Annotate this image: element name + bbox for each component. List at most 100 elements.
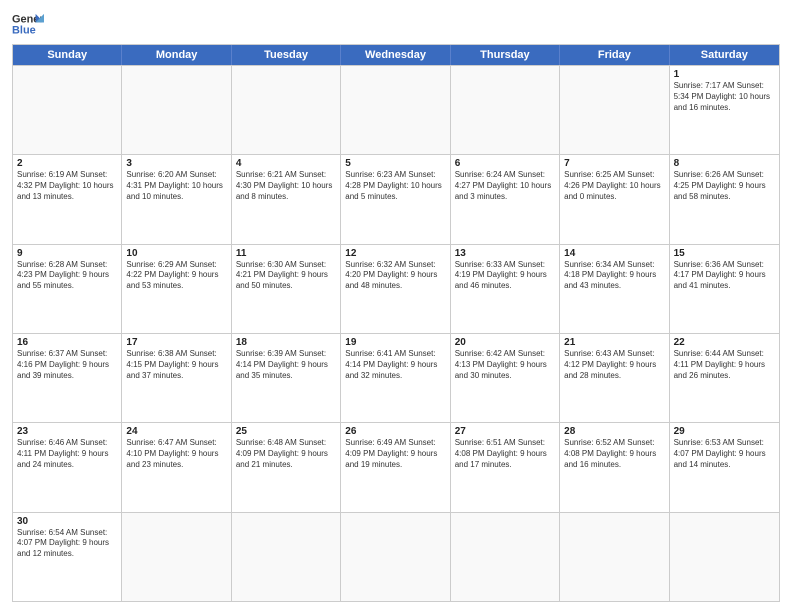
day-info: Sunrise: 6:19 AM Sunset: 4:32 PM Dayligh… — [17, 170, 117, 202]
day-cell — [451, 513, 560, 601]
day-number: 1 — [674, 69, 775, 80]
day-number: 15 — [674, 248, 775, 259]
day-info: Sunrise: 6:43 AM Sunset: 4:12 PM Dayligh… — [564, 349, 664, 381]
day-number: 9 — [17, 248, 117, 259]
day-number: 29 — [674, 426, 775, 437]
day-info: Sunrise: 6:25 AM Sunset: 4:26 PM Dayligh… — [564, 170, 664, 202]
day-cell: 24Sunrise: 6:47 AM Sunset: 4:10 PM Dayli… — [122, 423, 231, 511]
day-cell — [122, 513, 231, 601]
day-cell: 30Sunrise: 6:54 AM Sunset: 4:07 PM Dayli… — [13, 513, 122, 601]
day-info: Sunrise: 6:26 AM Sunset: 4:25 PM Dayligh… — [674, 170, 775, 202]
day-info: Sunrise: 6:47 AM Sunset: 4:10 PM Dayligh… — [126, 438, 226, 470]
day-info: Sunrise: 6:24 AM Sunset: 4:27 PM Dayligh… — [455, 170, 555, 202]
day-cell: 5Sunrise: 6:23 AM Sunset: 4:28 PM Daylig… — [341, 155, 450, 243]
day-cell: 20Sunrise: 6:42 AM Sunset: 4:13 PM Dayli… — [451, 334, 560, 422]
day-info: Sunrise: 6:38 AM Sunset: 4:15 PM Dayligh… — [126, 349, 226, 381]
day-number: 13 — [455, 248, 555, 259]
day-cell: 18Sunrise: 6:39 AM Sunset: 4:14 PM Dayli… — [232, 334, 341, 422]
calendar-page: General Blue SundayMondayTuesdayWednesda… — [0, 0, 792, 612]
day-cell: 9Sunrise: 6:28 AM Sunset: 4:23 PM Daylig… — [13, 245, 122, 333]
day-number: 11 — [236, 248, 336, 259]
day-cell: 10Sunrise: 6:29 AM Sunset: 4:22 PM Dayli… — [122, 245, 231, 333]
day-number: 27 — [455, 426, 555, 437]
calendar-body: 1Sunrise: 7:17 AM Sunset: 5:34 PM Daylig… — [13, 65, 779, 601]
logo: General Blue — [12, 10, 44, 38]
day-header-saturday: Saturday — [670, 45, 779, 65]
day-number: 26 — [345, 426, 445, 437]
day-info: Sunrise: 6:39 AM Sunset: 4:14 PM Dayligh… — [236, 349, 336, 381]
day-info: Sunrise: 6:29 AM Sunset: 4:22 PM Dayligh… — [126, 260, 226, 292]
day-cell — [341, 66, 450, 154]
day-number: 14 — [564, 248, 664, 259]
day-info: Sunrise: 6:53 AM Sunset: 4:07 PM Dayligh… — [674, 438, 775, 470]
day-number: 20 — [455, 337, 555, 348]
day-cell: 12Sunrise: 6:32 AM Sunset: 4:20 PM Dayli… — [341, 245, 450, 333]
day-info: Sunrise: 6:49 AM Sunset: 4:09 PM Dayligh… — [345, 438, 445, 470]
day-number: 4 — [236, 158, 336, 169]
day-number: 18 — [236, 337, 336, 348]
day-cell — [122, 66, 231, 154]
week-row-3: 9Sunrise: 6:28 AM Sunset: 4:23 PM Daylig… — [13, 244, 779, 333]
day-cell: 1Sunrise: 7:17 AM Sunset: 5:34 PM Daylig… — [670, 66, 779, 154]
day-cell: 6Sunrise: 6:24 AM Sunset: 4:27 PM Daylig… — [451, 155, 560, 243]
day-number: 21 — [564, 337, 664, 348]
week-row-2: 2Sunrise: 6:19 AM Sunset: 4:32 PM Daylig… — [13, 154, 779, 243]
header: General Blue — [12, 10, 780, 38]
day-cell — [232, 513, 341, 601]
logo-icon: General Blue — [12, 10, 44, 38]
day-info: Sunrise: 6:30 AM Sunset: 4:21 PM Dayligh… — [236, 260, 336, 292]
day-cell — [560, 66, 669, 154]
day-header-tuesday: Tuesday — [232, 45, 341, 65]
day-headers: SundayMondayTuesdayWednesdayThursdayFrid… — [13, 45, 779, 65]
week-row-1: 1Sunrise: 7:17 AM Sunset: 5:34 PM Daylig… — [13, 65, 779, 154]
day-cell: 17Sunrise: 6:38 AM Sunset: 4:15 PM Dayli… — [122, 334, 231, 422]
day-cell: 14Sunrise: 6:34 AM Sunset: 4:18 PM Dayli… — [560, 245, 669, 333]
day-number: 19 — [345, 337, 445, 348]
day-cell: 22Sunrise: 6:44 AM Sunset: 4:11 PM Dayli… — [670, 334, 779, 422]
day-cell — [341, 513, 450, 601]
day-cell: 25Sunrise: 6:48 AM Sunset: 4:09 PM Dayli… — [232, 423, 341, 511]
day-info: Sunrise: 7:17 AM Sunset: 5:34 PM Dayligh… — [674, 81, 775, 113]
day-header-friday: Friday — [560, 45, 669, 65]
day-cell — [232, 66, 341, 154]
day-cell — [451, 66, 560, 154]
day-info: Sunrise: 6:44 AM Sunset: 4:11 PM Dayligh… — [674, 349, 775, 381]
day-number: 10 — [126, 248, 226, 259]
day-cell: 11Sunrise: 6:30 AM Sunset: 4:21 PM Dayli… — [232, 245, 341, 333]
day-info: Sunrise: 6:37 AM Sunset: 4:16 PM Dayligh… — [17, 349, 117, 381]
day-cell: 16Sunrise: 6:37 AM Sunset: 4:16 PM Dayli… — [13, 334, 122, 422]
day-header-sunday: Sunday — [13, 45, 122, 65]
day-cell: 15Sunrise: 6:36 AM Sunset: 4:17 PM Dayli… — [670, 245, 779, 333]
day-info: Sunrise: 6:41 AM Sunset: 4:14 PM Dayligh… — [345, 349, 445, 381]
day-header-thursday: Thursday — [451, 45, 560, 65]
day-cell: 28Sunrise: 6:52 AM Sunset: 4:08 PM Dayli… — [560, 423, 669, 511]
day-cell: 8Sunrise: 6:26 AM Sunset: 4:25 PM Daylig… — [670, 155, 779, 243]
day-info: Sunrise: 6:32 AM Sunset: 4:20 PM Dayligh… — [345, 260, 445, 292]
day-info: Sunrise: 6:34 AM Sunset: 4:18 PM Dayligh… — [564, 260, 664, 292]
day-info: Sunrise: 6:20 AM Sunset: 4:31 PM Dayligh… — [126, 170, 226, 202]
day-cell: 4Sunrise: 6:21 AM Sunset: 4:30 PM Daylig… — [232, 155, 341, 243]
day-cell: 26Sunrise: 6:49 AM Sunset: 4:09 PM Dayli… — [341, 423, 450, 511]
day-info: Sunrise: 6:21 AM Sunset: 4:30 PM Dayligh… — [236, 170, 336, 202]
day-info: Sunrise: 6:33 AM Sunset: 4:19 PM Dayligh… — [455, 260, 555, 292]
calendar: SundayMondayTuesdayWednesdayThursdayFrid… — [12, 44, 780, 602]
day-number: 24 — [126, 426, 226, 437]
day-number: 23 — [17, 426, 117, 437]
day-number: 28 — [564, 426, 664, 437]
day-header-monday: Monday — [122, 45, 231, 65]
day-info: Sunrise: 6:42 AM Sunset: 4:13 PM Dayligh… — [455, 349, 555, 381]
day-number: 3 — [126, 158, 226, 169]
day-info: Sunrise: 6:51 AM Sunset: 4:08 PM Dayligh… — [455, 438, 555, 470]
day-number: 5 — [345, 158, 445, 169]
day-number: 2 — [17, 158, 117, 169]
svg-text:Blue: Blue — [12, 24, 36, 36]
day-cell: 27Sunrise: 6:51 AM Sunset: 4:08 PM Dayli… — [451, 423, 560, 511]
week-row-6: 30Sunrise: 6:54 AM Sunset: 4:07 PM Dayli… — [13, 512, 779, 601]
day-number: 30 — [17, 516, 117, 527]
day-cell: 7Sunrise: 6:25 AM Sunset: 4:26 PM Daylig… — [560, 155, 669, 243]
day-header-wednesday: Wednesday — [341, 45, 450, 65]
day-cell — [670, 513, 779, 601]
day-info: Sunrise: 6:48 AM Sunset: 4:09 PM Dayligh… — [236, 438, 336, 470]
day-cell — [560, 513, 669, 601]
day-cell: 3Sunrise: 6:20 AM Sunset: 4:31 PM Daylig… — [122, 155, 231, 243]
